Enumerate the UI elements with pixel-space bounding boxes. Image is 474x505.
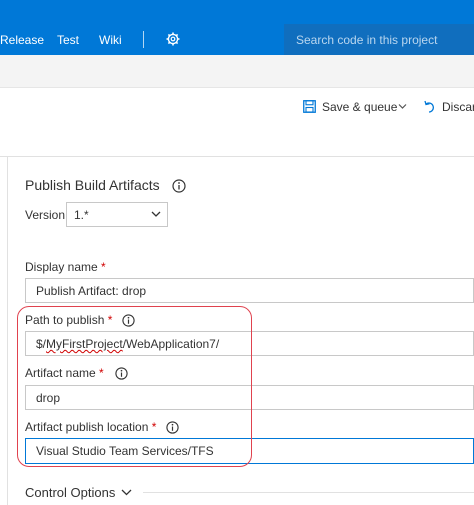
divider (143, 492, 474, 493)
undo-icon[interactable] (424, 100, 436, 113)
discard-button[interactable]: Discar (442, 99, 474, 115)
save-and-queue-button[interactable]: Save & queue (322, 99, 397, 115)
chevron-down-icon[interactable] (398, 102, 407, 111)
gear-icon[interactable] (166, 32, 180, 46)
divider (0, 156, 474, 157)
nav-separator (143, 31, 144, 48)
panel-left-border (7, 157, 8, 505)
chevron-down-icon[interactable] (121, 487, 132, 497)
save-icon[interactable] (303, 100, 316, 113)
search-input[interactable] (284, 24, 474, 55)
display-name-value: Publish Artifact: drop (36, 284, 147, 298)
nav-release[interactable]: Release (0, 33, 44, 47)
top-nav-bar: Release Test Wiki (0, 0, 474, 55)
chevron-down-icon[interactable] (151, 209, 161, 219)
highlight-annotation (17, 306, 252, 467)
control-options-label: Control Options (25, 485, 116, 500)
info-icon[interactable] (172, 179, 186, 193)
display-name-field[interactable]: Publish Artifact: drop (25, 278, 474, 303)
secondary-bar (0, 55, 474, 88)
nav-test[interactable]: Test (57, 33, 79, 47)
version-label: Version (25, 208, 66, 222)
task-title: Publish Build Artifacts (25, 177, 160, 193)
control-options-toggle[interactable]: Control Options (25, 485, 115, 500)
version-value: 1.* (74, 208, 89, 222)
display-name-label: Display name * (25, 260, 106, 274)
nav-wiki[interactable]: Wiki (99, 33, 122, 47)
